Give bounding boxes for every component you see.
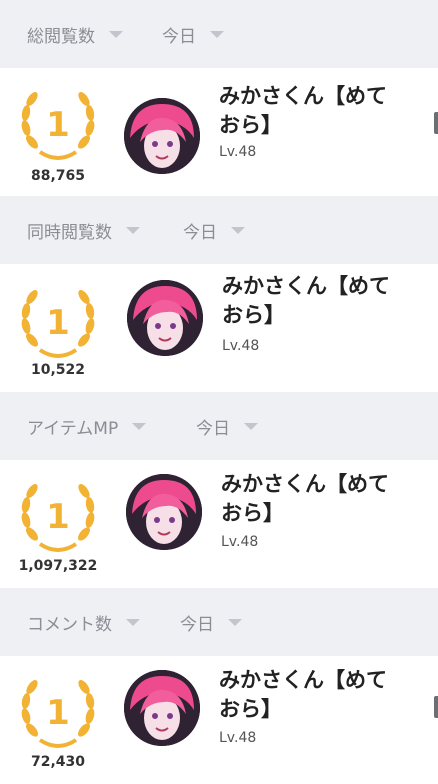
level-label: Lv.48	[219, 144, 257, 160]
metric-label: コメント数	[27, 614, 112, 635]
ranking-section-total-views: 総閲覧数 今日 1 88,765 みかさくん【めておら】 Lv.48	[0, 0, 438, 196]
streamer-name[interactable]: みかさくん【めておら】	[219, 666, 394, 724]
ranking-entry[interactable]: 1 10,522 みかさくん【めておら】 Lv.48	[0, 264, 438, 392]
section-header: 総閲覧数 今日	[0, 0, 438, 68]
ranking-section-item-mp: アイテムMP 今日 1 1,097,322 みかさくん【めておら】 Lv.48	[0, 392, 438, 588]
section-header: 同時閲覧数 今日	[0, 196, 438, 264]
metric-label: アイテムMP	[27, 418, 119, 439]
laurel-medal-icon: 1	[21, 680, 95, 748]
scroll-edge	[434, 696, 438, 718]
section-header: アイテムMP 今日	[0, 392, 438, 460]
view-count: 10,522	[30, 362, 86, 378]
chevron-down-icon	[231, 226, 245, 234]
avatar[interactable]	[124, 98, 200, 174]
chevron-down-icon	[126, 226, 140, 234]
metric-label: 同時閲覧数	[27, 222, 112, 243]
ranking-section-concurrent-views: 同時閲覧数 今日 1 10,522 みかさくん【めておら】 Lv.48	[0, 196, 438, 392]
level-label: Lv.48	[221, 534, 259, 550]
laurel-medal-icon: 1	[21, 484, 95, 552]
period-label: 今日	[183, 222, 217, 243]
ranking-entry[interactable]: 1 1,097,322 みかさくん【めておら】 Lv.48	[0, 460, 438, 588]
ranking-entry[interactable]: 1 88,765 みかさくん【めておら】 Lv.48	[0, 68, 438, 196]
metric-dropdown[interactable]: コメント数	[27, 588, 140, 656]
chevron-down-icon	[126, 618, 140, 626]
view-count: 72,430	[30, 754, 86, 770]
rank-number: 1	[46, 693, 70, 733]
chevron-down-icon	[210, 30, 224, 38]
rank-number: 1	[46, 105, 70, 145]
rank-number: 1	[46, 497, 70, 537]
chevron-down-icon	[132, 422, 147, 430]
ranking-entry[interactable]: 1 72,430 みかさくん【めておら】 Lv.48	[0, 656, 438, 784]
chevron-down-icon	[244, 422, 258, 430]
streamer-name[interactable]: みかさくん【めておら】	[219, 82, 394, 140]
period-dropdown[interactable]: 今日	[162, 0, 224, 68]
ranking-section-comments: コメント数 今日 1 72,430 みかさくん【めておら】 Lv.48	[0, 588, 438, 784]
period-label: 今日	[162, 26, 196, 47]
chevron-down-icon	[109, 30, 123, 38]
laurel-medal-icon: 1	[21, 92, 95, 160]
period-dropdown[interactable]: 今日	[180, 588, 242, 656]
period-label: 今日	[180, 614, 214, 635]
level-label: Lv.48	[219, 730, 257, 746]
rank-number: 1	[46, 303, 70, 343]
scroll-edge	[434, 112, 438, 134]
period-dropdown[interactable]: 今日	[196, 392, 258, 460]
metric-dropdown[interactable]: アイテムMP	[27, 392, 147, 460]
chevron-down-icon	[228, 618, 242, 626]
section-header: コメント数 今日	[0, 588, 438, 656]
period-dropdown[interactable]: 今日	[183, 196, 245, 264]
avatar[interactable]	[126, 474, 202, 550]
level-label: Lv.48	[222, 338, 260, 354]
metric-dropdown[interactable]: 同時閲覧数	[27, 196, 140, 264]
avatar[interactable]	[124, 670, 200, 746]
streamer-name[interactable]: みかさくん【めておら】	[221, 470, 396, 528]
laurel-medal-icon: 1	[21, 290, 95, 358]
view-count: 88,765	[30, 168, 86, 184]
metric-dropdown[interactable]: 総閲覧数	[27, 0, 123, 68]
period-label: 今日	[196, 418, 230, 439]
avatar[interactable]	[127, 280, 203, 356]
streamer-name[interactable]: みかさくん【めておら】	[222, 272, 397, 330]
view-count: 1,097,322	[18, 558, 98, 574]
metric-label: 総閲覧数	[27, 26, 95, 47]
